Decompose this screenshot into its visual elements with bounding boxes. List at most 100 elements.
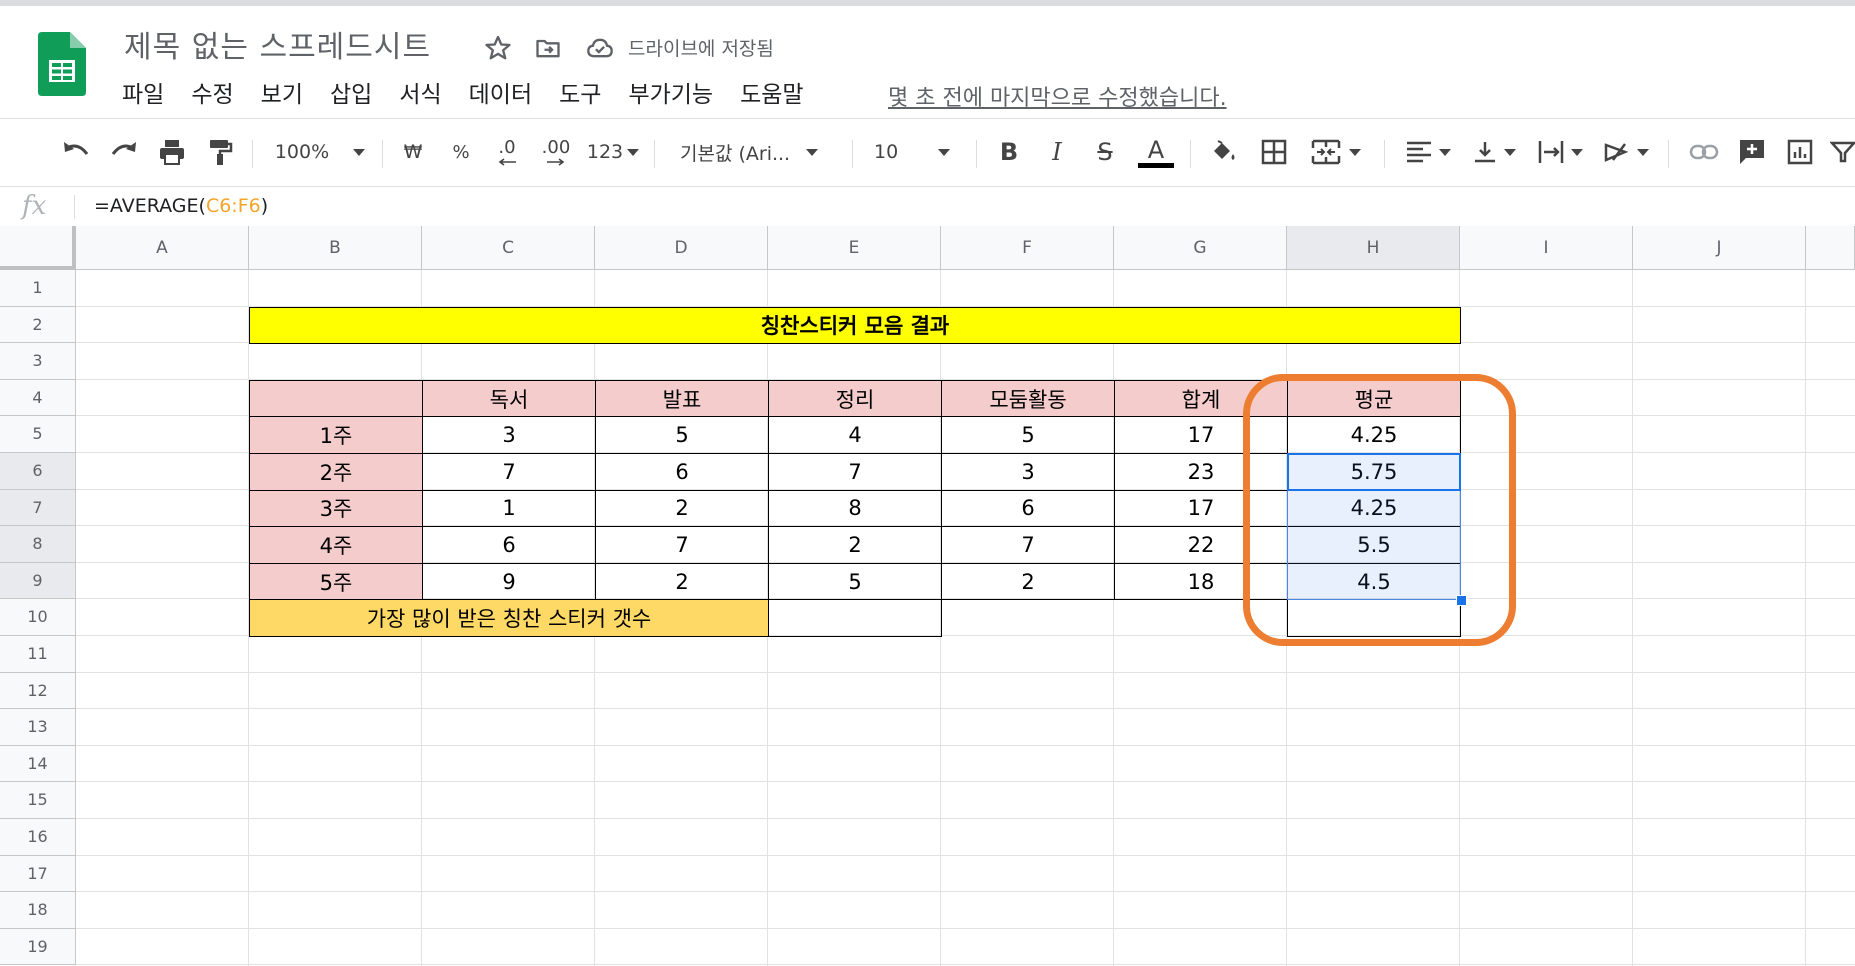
data-cell[interactable]: 2 xyxy=(595,489,769,528)
column-header-a[interactable]: A xyxy=(76,226,249,270)
week-label-cell[interactable]: 4주 xyxy=(249,526,423,564)
row-header-11[interactable]: 11 xyxy=(0,636,76,673)
strikethrough-button[interactable]: S xyxy=(1090,134,1120,170)
print-icon[interactable] xyxy=(152,134,192,170)
menu-format[interactable]: 서식 xyxy=(399,78,441,112)
menu-view[interactable]: 보기 xyxy=(261,78,303,112)
font-size-select[interactable]: 10 xyxy=(874,134,964,170)
menu-insert[interactable]: 삽입 xyxy=(330,78,372,112)
star-icon[interactable] xyxy=(484,34,512,62)
data-cell[interactable]: 5 xyxy=(941,416,1115,454)
row-header-14[interactable]: 14 xyxy=(0,745,76,783)
data-cell[interactable]: 8 xyxy=(768,489,942,528)
table-header-cell[interactable]: 독서 xyxy=(422,379,596,418)
row-header-18[interactable]: 18 xyxy=(0,892,76,929)
data-cell[interactable]: 18 xyxy=(1114,562,1288,601)
data-cell[interactable]: 1 xyxy=(422,489,596,528)
row-header-19[interactable]: 19 xyxy=(0,928,76,966)
table-header-cell[interactable]: 평균 xyxy=(1287,379,1461,418)
row-header-15[interactable]: 15 xyxy=(0,782,76,819)
table-header-cell[interactable]: 정리 xyxy=(768,379,942,418)
menu-help[interactable]: 도움말 xyxy=(740,78,803,112)
menu-file[interactable]: 파일 xyxy=(122,78,164,112)
wrap-icon[interactable] xyxy=(1532,134,1588,170)
data-cell[interactable]: 7 xyxy=(422,453,596,491)
data-cell[interactable]: 23 xyxy=(1114,453,1288,491)
data-cell[interactable]: 6 xyxy=(941,489,1115,528)
row-header-13[interactable]: 13 xyxy=(0,709,76,746)
data-cell[interactable]: 22 xyxy=(1114,526,1288,564)
row-header-16[interactable]: 16 xyxy=(0,819,76,856)
zoom-select[interactable]: 100% xyxy=(268,134,372,170)
row-header-8[interactable]: 8 xyxy=(0,526,76,563)
row-header-17[interactable]: 17 xyxy=(0,855,76,893)
italic-button[interactable]: I xyxy=(1042,134,1072,170)
data-cell[interactable]: 3 xyxy=(941,453,1115,491)
increase-decimal-button[interactable]: .00 xyxy=(536,134,576,170)
footer-label-cell[interactable]: 가장 많이 받은 칭찬 스티커 갯수 xyxy=(249,599,769,637)
data-cell[interactable]: 5 xyxy=(768,562,942,601)
column-header-c[interactable]: C xyxy=(422,226,595,270)
select-all-corner[interactable] xyxy=(0,226,76,270)
data-cell[interactable]: 3 xyxy=(422,416,596,454)
row-header-7[interactable]: 7 xyxy=(0,489,76,527)
data-cell[interactable]: 4 xyxy=(768,416,942,454)
data-cell[interactable]: 7 xyxy=(768,453,942,491)
link-icon[interactable] xyxy=(1686,134,1722,170)
comment-icon[interactable] xyxy=(1734,134,1770,170)
percent-format-button[interactable]: % xyxy=(446,134,476,170)
data-cell[interactable]: 4.25 xyxy=(1287,416,1461,454)
column-header-d[interactable]: D xyxy=(595,226,768,270)
column-header-extra[interactable] xyxy=(1806,226,1855,270)
column-header-j[interactable]: J xyxy=(1633,226,1806,270)
data-cell[interactable]: 6 xyxy=(595,453,769,491)
data-cell[interactable]: 4.5 xyxy=(1287,562,1461,601)
last-edit-link[interactable]: 몇 초 전에 마지막으로 수정했습니다. xyxy=(888,80,1227,112)
data-cell[interactable]: 7 xyxy=(941,526,1115,564)
week-label-cell[interactable]: 1주 xyxy=(249,416,423,454)
borders-icon[interactable] xyxy=(1256,134,1292,170)
row-header-1[interactable]: 1 xyxy=(0,270,76,307)
row-header-3[interactable]: 3 xyxy=(0,343,76,380)
week-label-cell[interactable]: 2주 xyxy=(249,453,423,491)
menu-addons[interactable]: 부가기능 xyxy=(628,78,713,112)
column-header-i[interactable]: I xyxy=(1460,226,1633,270)
data-cell[interactable]: 2 xyxy=(595,562,769,601)
fill-color-icon[interactable] xyxy=(1206,134,1242,170)
row-header-6[interactable]: 6 xyxy=(0,453,76,490)
column-header-h[interactable]: H xyxy=(1287,226,1460,270)
sheet-title-cell[interactable]: 칭찬스티커 모음 결과 xyxy=(249,306,1461,345)
data-cell[interactable]: 2 xyxy=(941,562,1115,601)
sheets-logo-icon[interactable] xyxy=(38,32,86,96)
row-header-12[interactable]: 12 xyxy=(0,672,76,710)
footer-value-cell-h[interactable] xyxy=(1287,599,1461,637)
data-cell[interactable]: 7 xyxy=(595,526,769,564)
align-icon[interactable] xyxy=(1400,134,1456,170)
fill-handle[interactable] xyxy=(1456,595,1467,607)
row-header-2[interactable]: 2 xyxy=(0,306,76,344)
formula-input[interactable]: =AVERAGE(C6:F6) xyxy=(94,195,268,217)
table-header-empty[interactable] xyxy=(249,379,423,418)
document-title[interactable]: 제목 없는 스프레드시트 xyxy=(124,22,431,66)
row-header-5[interactable]: 5 xyxy=(0,416,76,453)
undo-icon[interactable] xyxy=(56,134,96,170)
decrease-decimal-button[interactable]: .0 xyxy=(490,134,524,170)
number-format-select[interactable]: 123 xyxy=(584,134,642,170)
table-header-cell[interactable]: 합계 xyxy=(1114,379,1288,418)
data-cell[interactable]: 4.25 xyxy=(1287,489,1461,528)
data-cell[interactable]: 9 xyxy=(422,562,596,601)
row-header-10[interactable]: 10 xyxy=(0,599,76,636)
move-folder-icon[interactable] xyxy=(534,34,562,62)
column-header-e[interactable]: E xyxy=(768,226,941,270)
menu-edit[interactable]: 수정 xyxy=(191,78,233,112)
font-family-select[interactable]: 기본값 (Ari... xyxy=(680,134,840,170)
column-header-f[interactable]: F xyxy=(941,226,1114,270)
sheet-grid[interactable]: A B C D E F G H I J 1 2 3 4 5 6 7 8 9 10 11 12 13 14 15 16 17 18 19 칭… xyxy=(0,226,1855,966)
data-cell[interactable]: 2 xyxy=(768,526,942,564)
week-label-cell[interactable]: 5주 xyxy=(249,562,423,601)
currency-format-button[interactable]: ₩ xyxy=(398,134,428,170)
week-label-cell[interactable]: 3주 xyxy=(249,489,423,528)
merge-cells-icon[interactable] xyxy=(1306,134,1366,170)
paint-format-icon[interactable] xyxy=(200,134,240,170)
data-cell[interactable]: 17 xyxy=(1114,489,1288,528)
